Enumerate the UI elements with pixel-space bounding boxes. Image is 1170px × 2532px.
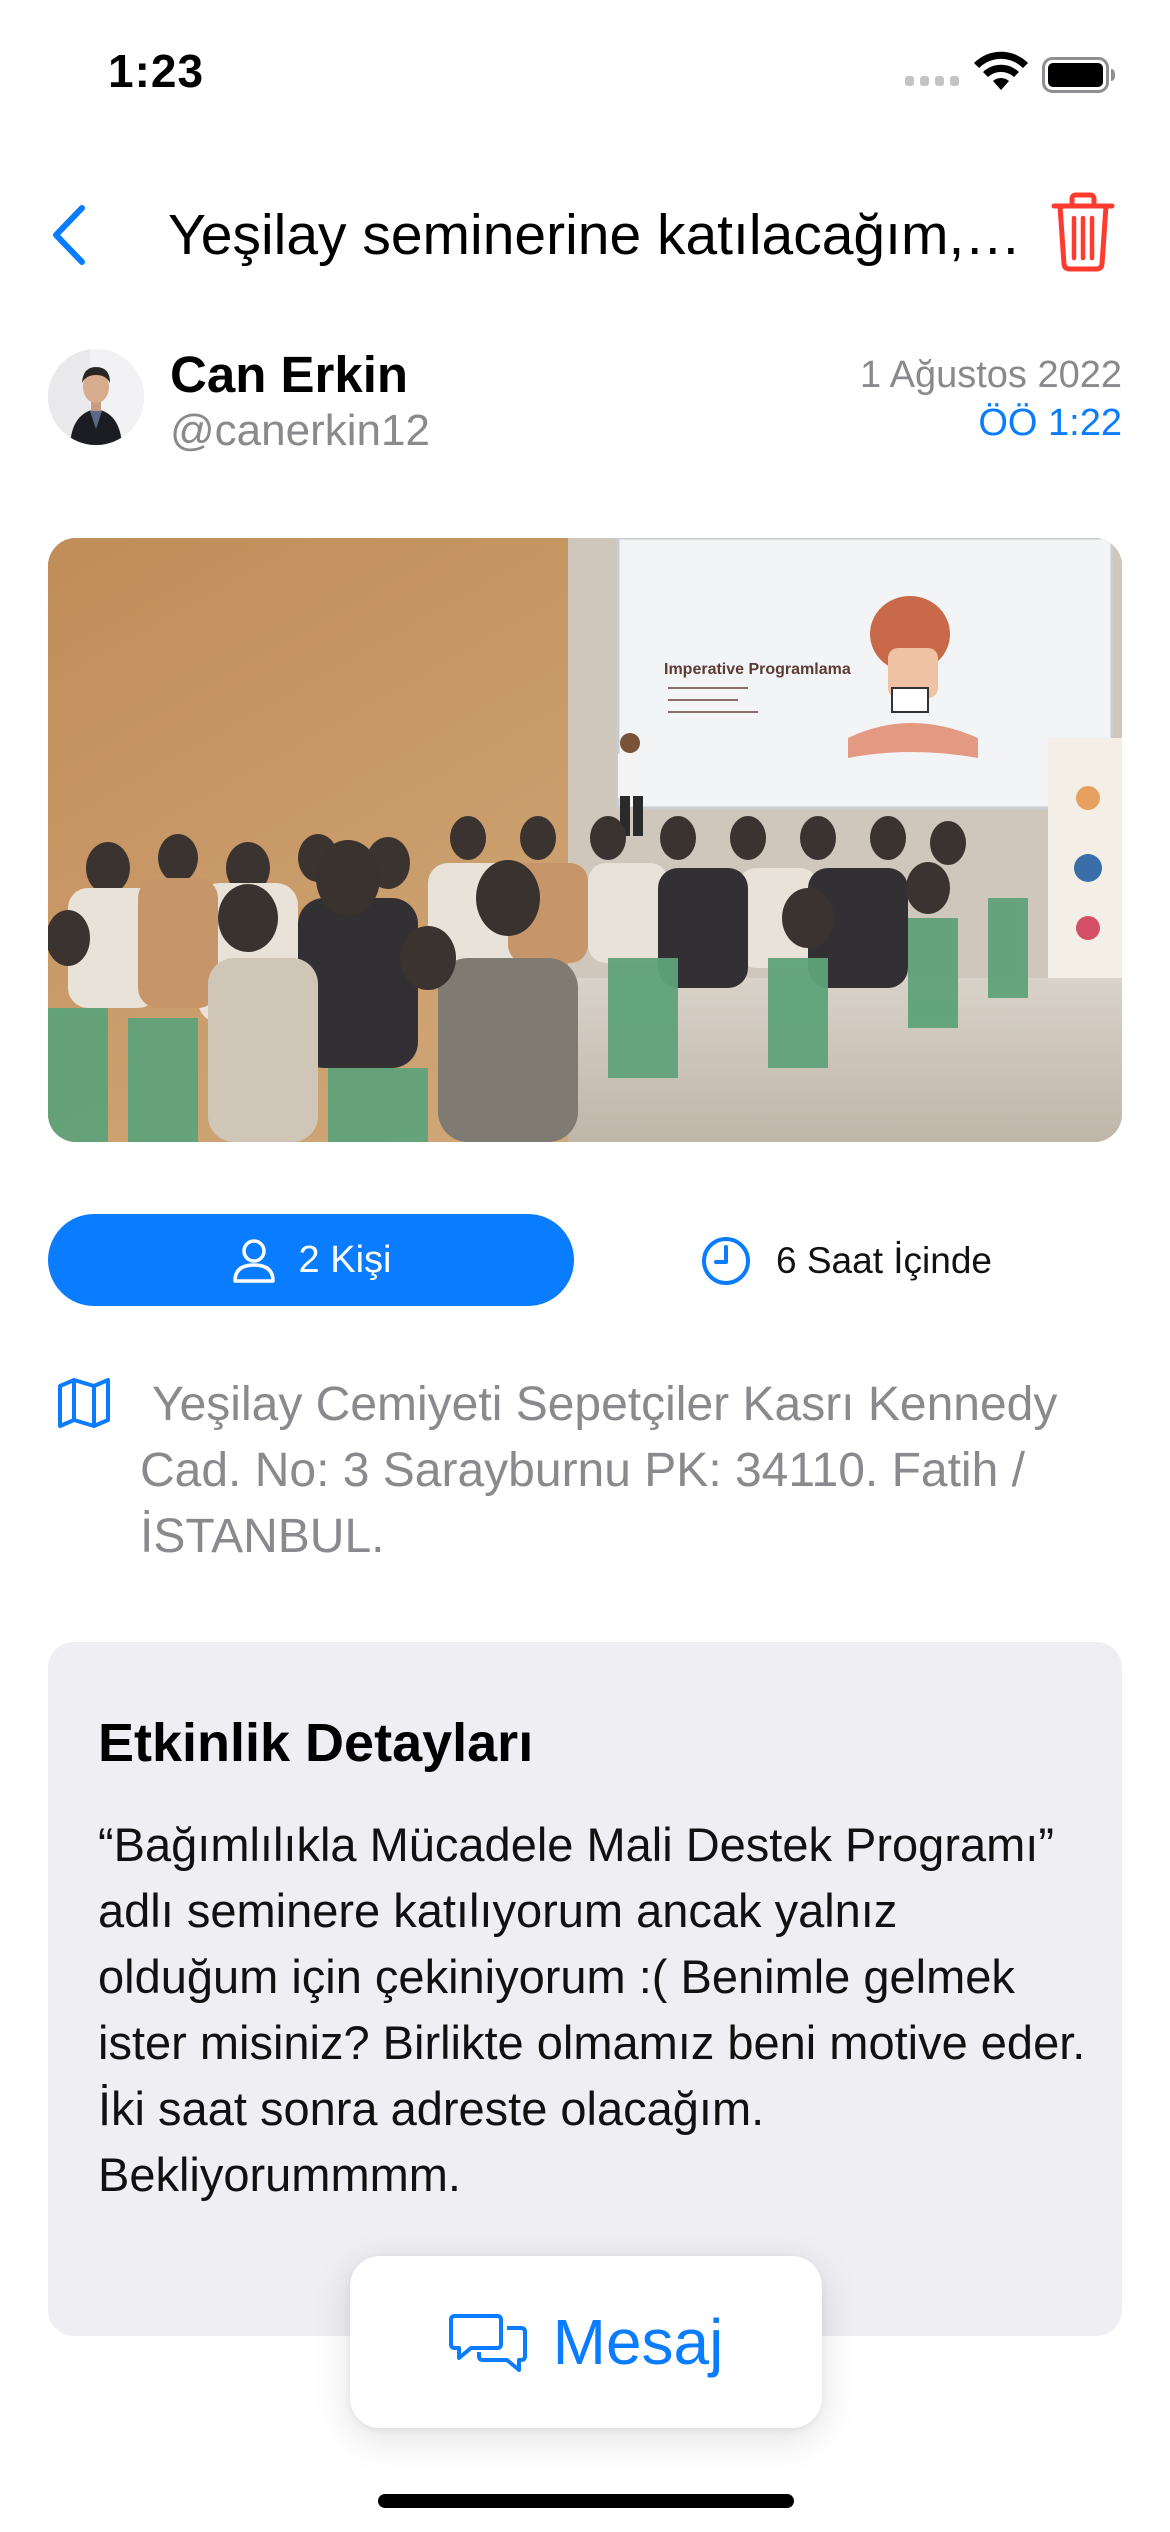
clock-icon xyxy=(702,1237,750,1285)
cellular-signal-icon xyxy=(905,76,959,90)
wifi-icon xyxy=(974,51,1028,90)
seminar-image: Imperative Programlama xyxy=(48,538,1122,1142)
event-photo[interactable]: Imperative Programlama xyxy=(48,538,1122,1142)
details-body: “Bağımlılıkla Mücadele Mali Destek Progr… xyxy=(98,1818,1086,2201)
post-date: 1 Ağustos 2022 xyxy=(860,354,1122,396)
chat-bubbles-icon xyxy=(448,2314,527,2372)
navigation-bar: Yeşilay seminerine katılacağım, Benimle … xyxy=(0,180,1170,290)
message-label: Mesaj xyxy=(552,2306,724,2378)
event-details-card: Etkinlik Detayları “Bağımlılıkla Mücadel… xyxy=(48,1642,1122,2336)
author-name[interactable]: Can Erkin xyxy=(170,345,408,405)
status-time: 1:23 xyxy=(108,45,205,97)
address-text: Yeşilay Cemiyeti Sepetçiler Kasrı Kenned… xyxy=(140,1378,1058,1563)
message-button[interactable]: Mesaj xyxy=(350,2256,822,2428)
time-label: 6 Saat İçinde xyxy=(776,1240,992,1281)
author-handle: @canerkin12 xyxy=(170,406,430,455)
home-indicator[interactable] xyxy=(378,2494,794,2508)
battery-icon xyxy=(1042,57,1115,93)
page-title: Yeşilay seminerine katılacağım, Benimle … xyxy=(168,203,1028,267)
slide-title-text: Imperative Programlama xyxy=(664,661,851,678)
status-bar: 1:23 xyxy=(0,0,1170,150)
map-icon xyxy=(58,1378,110,1428)
author-row[interactable]: Can Erkin @canerkin12 1 Ağustos 2022 ÖÖ … xyxy=(48,345,1122,455)
person-icon xyxy=(232,1239,275,1283)
participants-button[interactable]: 2 Kişi xyxy=(48,1214,574,1306)
details-title: Etkinlik Detayları xyxy=(98,1713,534,1773)
avatar[interactable] xyxy=(48,349,144,445)
avatar-image xyxy=(48,349,144,445)
post-time: ÖÖ 1:22 xyxy=(978,402,1122,444)
trash-icon[interactable] xyxy=(1050,192,1116,272)
time-indicator: 6 Saat İçinde xyxy=(700,1226,992,1296)
back-chevron-icon[interactable] xyxy=(46,200,94,270)
participants-label: 2 Kişi xyxy=(298,1238,392,1281)
